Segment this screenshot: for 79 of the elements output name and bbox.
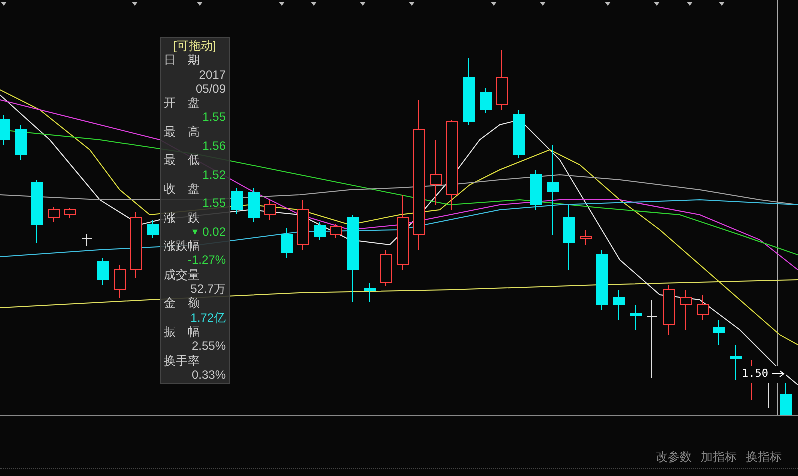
event-marker-icon bbox=[197, 2, 203, 6]
candle bbox=[780, 378, 792, 415]
field-label: 收 盘 bbox=[164, 182, 200, 196]
event-marker-icon bbox=[409, 2, 415, 6]
event-marker-icon bbox=[687, 2, 693, 6]
candle bbox=[97, 258, 109, 286]
field-value: 52.7万 bbox=[190, 282, 226, 296]
field-label: 最 高 bbox=[164, 124, 200, 140]
candle bbox=[697, 294, 709, 320]
price-label: 1.50 bbox=[742, 366, 768, 382]
toolbar-button[interactable]: 改参数 bbox=[656, 450, 692, 464]
field-label: 涨 跌 bbox=[164, 210, 200, 225]
event-marker-icon bbox=[132, 2, 138, 6]
tooltip-title: [可拖动] bbox=[174, 39, 216, 54]
candle bbox=[596, 250, 608, 310]
toolbar-button[interactable]: 加指标 bbox=[701, 450, 737, 464]
candle bbox=[297, 200, 309, 250]
field-value: 2017 bbox=[199, 68, 226, 82]
candle bbox=[364, 282, 376, 302]
field-value: -1.27% bbox=[188, 253, 226, 268]
candle bbox=[114, 264, 126, 298]
candle bbox=[380, 250, 392, 286]
candle bbox=[680, 290, 692, 330]
candle bbox=[430, 140, 442, 206]
field-label: 振 幅 bbox=[164, 324, 200, 340]
candle bbox=[730, 344, 742, 380]
candle bbox=[31, 180, 43, 244]
candle bbox=[248, 188, 260, 222]
field-label: 日 期 bbox=[164, 53, 200, 68]
down-triangle-icon: ▼ bbox=[190, 224, 200, 240]
candle bbox=[130, 212, 142, 278]
toolbar-button[interactable]: 换指标 bbox=[746, 450, 782, 464]
candle bbox=[48, 206, 60, 222]
candle bbox=[330, 224, 342, 238]
field-value: 1.56 bbox=[202, 139, 226, 154]
field-value: 0.33% bbox=[192, 368, 226, 382]
candle bbox=[264, 200, 276, 220]
event-marker-icon bbox=[311, 2, 317, 6]
field-label: 最 低 bbox=[164, 153, 200, 168]
candle bbox=[0, 114, 10, 146]
candle bbox=[530, 170, 542, 210]
candle bbox=[563, 204, 575, 270]
field-value: 1.55 bbox=[202, 110, 226, 125]
field-label: 涨跌幅 bbox=[164, 239, 200, 254]
field-label: 金 额 bbox=[164, 296, 200, 311]
candle bbox=[480, 88, 492, 114]
event-marker-icon bbox=[540, 2, 546, 6]
field-value: 1.55 bbox=[202, 196, 226, 211]
candle bbox=[15, 124, 27, 160]
field-value: 05/09 bbox=[196, 82, 226, 96]
field-value: 1.52 bbox=[202, 168, 226, 182]
candle bbox=[64, 208, 76, 218]
field-label: 开 盘 bbox=[164, 96, 200, 110]
candle bbox=[82, 234, 92, 246]
event-marker-icon bbox=[605, 2, 611, 6]
candle bbox=[231, 188, 243, 214]
candle bbox=[463, 58, 475, 126]
field-value: 2.55% bbox=[192, 339, 226, 354]
event-marker-icon bbox=[491, 2, 497, 6]
event-marker-icon bbox=[719, 2, 725, 6]
event-marker-icon bbox=[1, 2, 7, 6]
candle bbox=[580, 230, 592, 246]
candle bbox=[314, 222, 326, 240]
candle bbox=[663, 284, 675, 336]
field-value: 1.72亿 bbox=[190, 310, 226, 325]
candle bbox=[613, 290, 625, 320]
candle bbox=[713, 320, 725, 346]
field-label: 成交量 bbox=[164, 268, 200, 282]
candle bbox=[281, 228, 293, 258]
event-marker-icon bbox=[279, 2, 285, 6]
event-marker-icon bbox=[654, 2, 660, 6]
candle bbox=[147, 220, 159, 238]
candle bbox=[630, 304, 642, 330]
field-label: 换手率 bbox=[164, 354, 200, 368]
candle bbox=[496, 50, 508, 110]
event-marker-icon bbox=[360, 2, 366, 6]
arrow-icon bbox=[772, 370, 786, 378]
field-value: 0.02 bbox=[202, 224, 226, 240]
candle bbox=[513, 110, 525, 158]
